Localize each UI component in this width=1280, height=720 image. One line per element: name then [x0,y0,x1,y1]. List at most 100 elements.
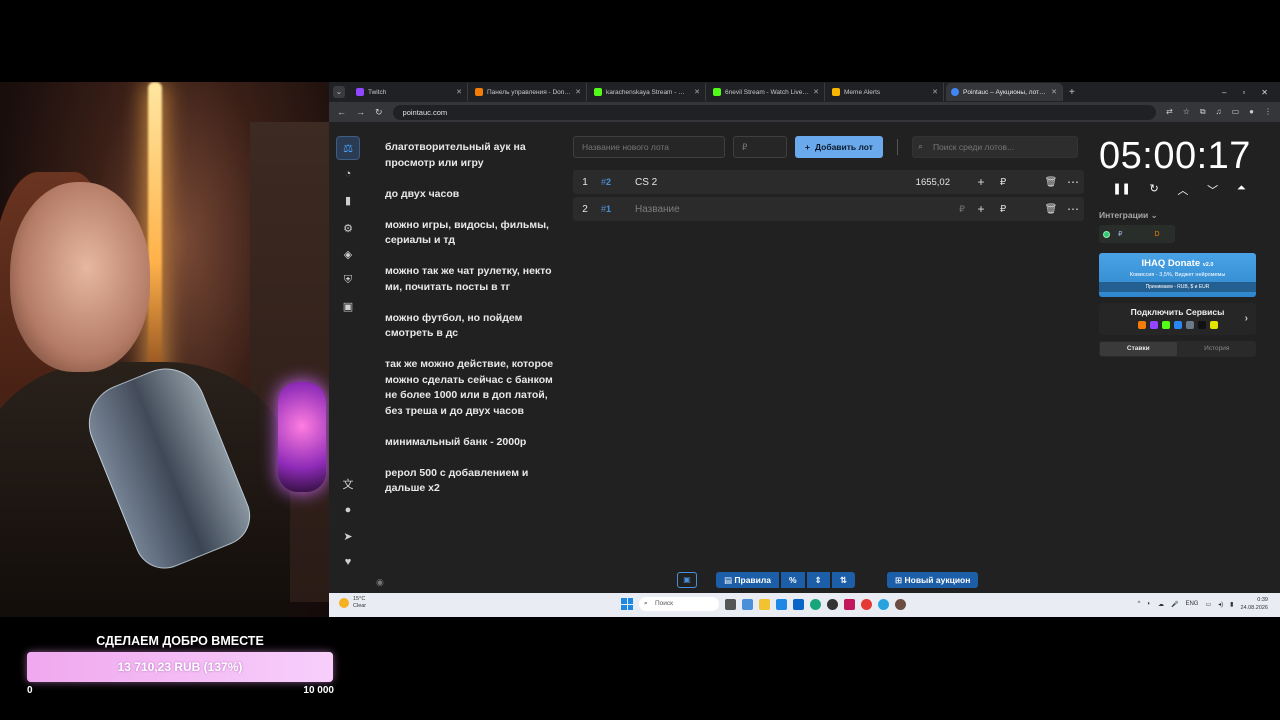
mic-icon[interactable]: 🎤 [1171,601,1178,608]
ruble-icon[interactable]: ₽ [1118,230,1122,238]
app-icon[interactable] [895,598,906,610]
chevron-up-icon[interactable]: ^ [1138,601,1141,607]
add-amount-icon[interactable]: + [970,175,992,189]
back-icon[interactable]: ← [337,107,346,117]
chevron-up-icon[interactable]: ︿ [1177,182,1188,198]
network-icon[interactable]: ▭ [1205,601,1211,608]
bookmark-star-icon[interactable]: ☆ [1183,107,1190,117]
ruble-icon[interactable]: ₽ [992,177,1014,188]
store-icon[interactable] [776,598,787,610]
tab-donationalerts[interactable]: Панель управления - DonationAlerts ✕ [470,83,587,101]
cloud-icon[interactable]: ☁ [1158,601,1164,608]
auction-description[interactable]: благотворительный аук на просмотр или иг… [385,140,567,512]
translate-icon[interactable]: ⇄ [1166,107,1173,117]
close-icon[interactable]: ✕ [694,88,700,96]
status-active-icon[interactable] [1103,230,1110,238]
connect-services-button[interactable]: Подключить Сервисы › [1099,303,1256,335]
close-icon[interactable]: ✕ [456,88,462,96]
tab-kick-karachenskaya[interactable]: karachenskaya Stream - Watch Live ✕ [589,83,706,101]
more-menu-icon[interactable]: ⋮ [1264,107,1272,117]
sort-icon[interactable]: ⇅ [831,572,855,588]
integrations-toggle[interactable]: Интеграции ⌄ [1099,210,1259,221]
file-explorer-icon[interactable] [759,598,770,610]
forward-icon[interactable]: → [356,107,365,117]
add-lot-button[interactable]: + Добавить лот [795,136,883,158]
battery-icon[interactable]: ▮ [1230,601,1233,608]
outlook-icon[interactable] [793,598,804,610]
pause-icon[interactable]: ❚❚ [1112,182,1130,198]
close-icon[interactable]: ✕ [813,88,819,96]
close-icon[interactable]: ✕ [1051,88,1057,96]
github-icon[interactable]: ● [336,498,360,522]
split-icon[interactable]: ⇕ [806,572,830,588]
tab-bets[interactable]: Ставки [1100,342,1177,356]
app-icon[interactable] [827,598,838,610]
tab-meme-alerts[interactable]: Meme Alerts ✕ [827,83,944,101]
volume-icon[interactable]: ◂) [1218,601,1223,608]
telegram-icon[interactable]: ➤ [336,524,360,548]
delete-trash-icon[interactable]: 🗑 [1040,177,1062,188]
edge-icon[interactable] [810,598,821,610]
task-view-icon[interactable] [725,598,736,610]
avatar[interactable]: ● [1249,107,1254,117]
weather-widget[interactable]: 15°C Clear [339,596,366,610]
wheel-icon[interactable]: ◔ [336,162,360,186]
obs-icon[interactable] [844,598,855,610]
tab-kick-6nevil[interactable]: 6nevil Stream - Watch Live on Kick ✕ [708,83,825,101]
tab-search-icon[interactable]: ⌄ [333,86,345,98]
clock[interactable]: 0:39 24.08.2026 [1240,596,1268,612]
tab-history[interactable]: История [1179,342,1256,356]
reload-icon[interactable]: ↻ [375,107,383,118]
history-icon[interactable]: ▣ [336,294,360,318]
new-tab-icon[interactable]: + [1069,87,1075,98]
url-field[interactable]: pointauc.com [392,104,1156,120]
chevron-down-icon[interactable]: ﹀ [1207,182,1218,198]
lot-name[interactable]: CS 2 [635,177,894,188]
sidepanel-icon[interactable]: ▭ [1232,107,1240,117]
ihaq-donate-card[interactable]: IHAQ Donate v2.0 Комиссия - 3,5%, Виджет… [1099,253,1256,297]
lot-search-input[interactable] [911,136,1078,158]
settings-gear-icon[interactable]: ⚙ [336,216,360,240]
tray-app-icon[interactable]: ◐ [1147,601,1151,607]
percent-button[interactable]: % [781,572,805,588]
auction-gavel-icon[interactable]: ⚖ [336,136,360,160]
close-window-icon[interactable]: ✕ [1261,88,1268,97]
lot-row[interactable]: 2 #1 Название ₽ + ₽ 🗑 ⋯ [573,197,1084,221]
rules-button[interactable]: ▤ Правила [716,572,780,588]
minimize-icon[interactable]: – [1222,88,1226,97]
windows-start-icon[interactable] [621,598,633,610]
lot-amount[interactable]: 1655,02 [894,177,954,188]
restart-icon[interactable]: ↻ [1149,182,1158,198]
new-auction-button[interactable]: ⊞ Новый аукцион [887,572,979,588]
taskbar-search[interactable]: Поиск [639,597,719,611]
tab-pointauc[interactable]: Pointauc – Аукционы, лотереи ✕ [946,83,1063,101]
more-options-icon[interactable]: ⋯ [1062,175,1084,189]
close-icon[interactable]: ✕ [932,88,938,96]
stats-icon[interactable]: ▮ [336,188,360,212]
more-options-icon[interactable]: ⋯ [1062,202,1084,216]
new-lot-price-input[interactable] [733,136,787,158]
layers-icon[interactable]: ◈ [336,242,360,266]
donationalerts-icon[interactable]: D [1154,231,1159,238]
ruble-icon[interactable]: ₽ [992,204,1014,215]
shield-icon[interactable]: ⛨ [336,268,360,292]
clock-time: 0:39 [1257,597,1268,603]
double-chevron-up-icon[interactable]: ⏶ [1237,182,1246,198]
save-icon[interactable]: ▣ [677,572,697,588]
tab-twitch[interactable]: Twitch ✕ [351,83,468,101]
lot-name[interactable]: Название [635,204,894,215]
new-lot-name-input[interactable] [573,136,725,158]
donate-icon[interactable]: ♥ [336,550,360,574]
media-icon[interactable]: ♫ [1216,107,1222,117]
add-amount-icon[interactable]: + [970,202,992,216]
language-indicator[interactable]: ENG [1185,601,1198,607]
language-icon[interactable]: 文 [336,472,360,496]
widgets-icon[interactable] [742,598,753,610]
telegram-icon[interactable] [878,598,889,610]
lot-row[interactable]: 1 #2 CS 2 1655,02 + ₽ 🗑 ⋯ [573,170,1084,194]
close-icon[interactable]: ✕ [575,88,581,96]
maximize-icon[interactable]: ▫ [1242,88,1245,97]
delete-trash-icon[interactable]: 🗑 [1040,204,1062,215]
chrome-icon[interactable] [861,598,872,610]
extensions-icon[interactable]: ⧉ [1200,107,1206,117]
